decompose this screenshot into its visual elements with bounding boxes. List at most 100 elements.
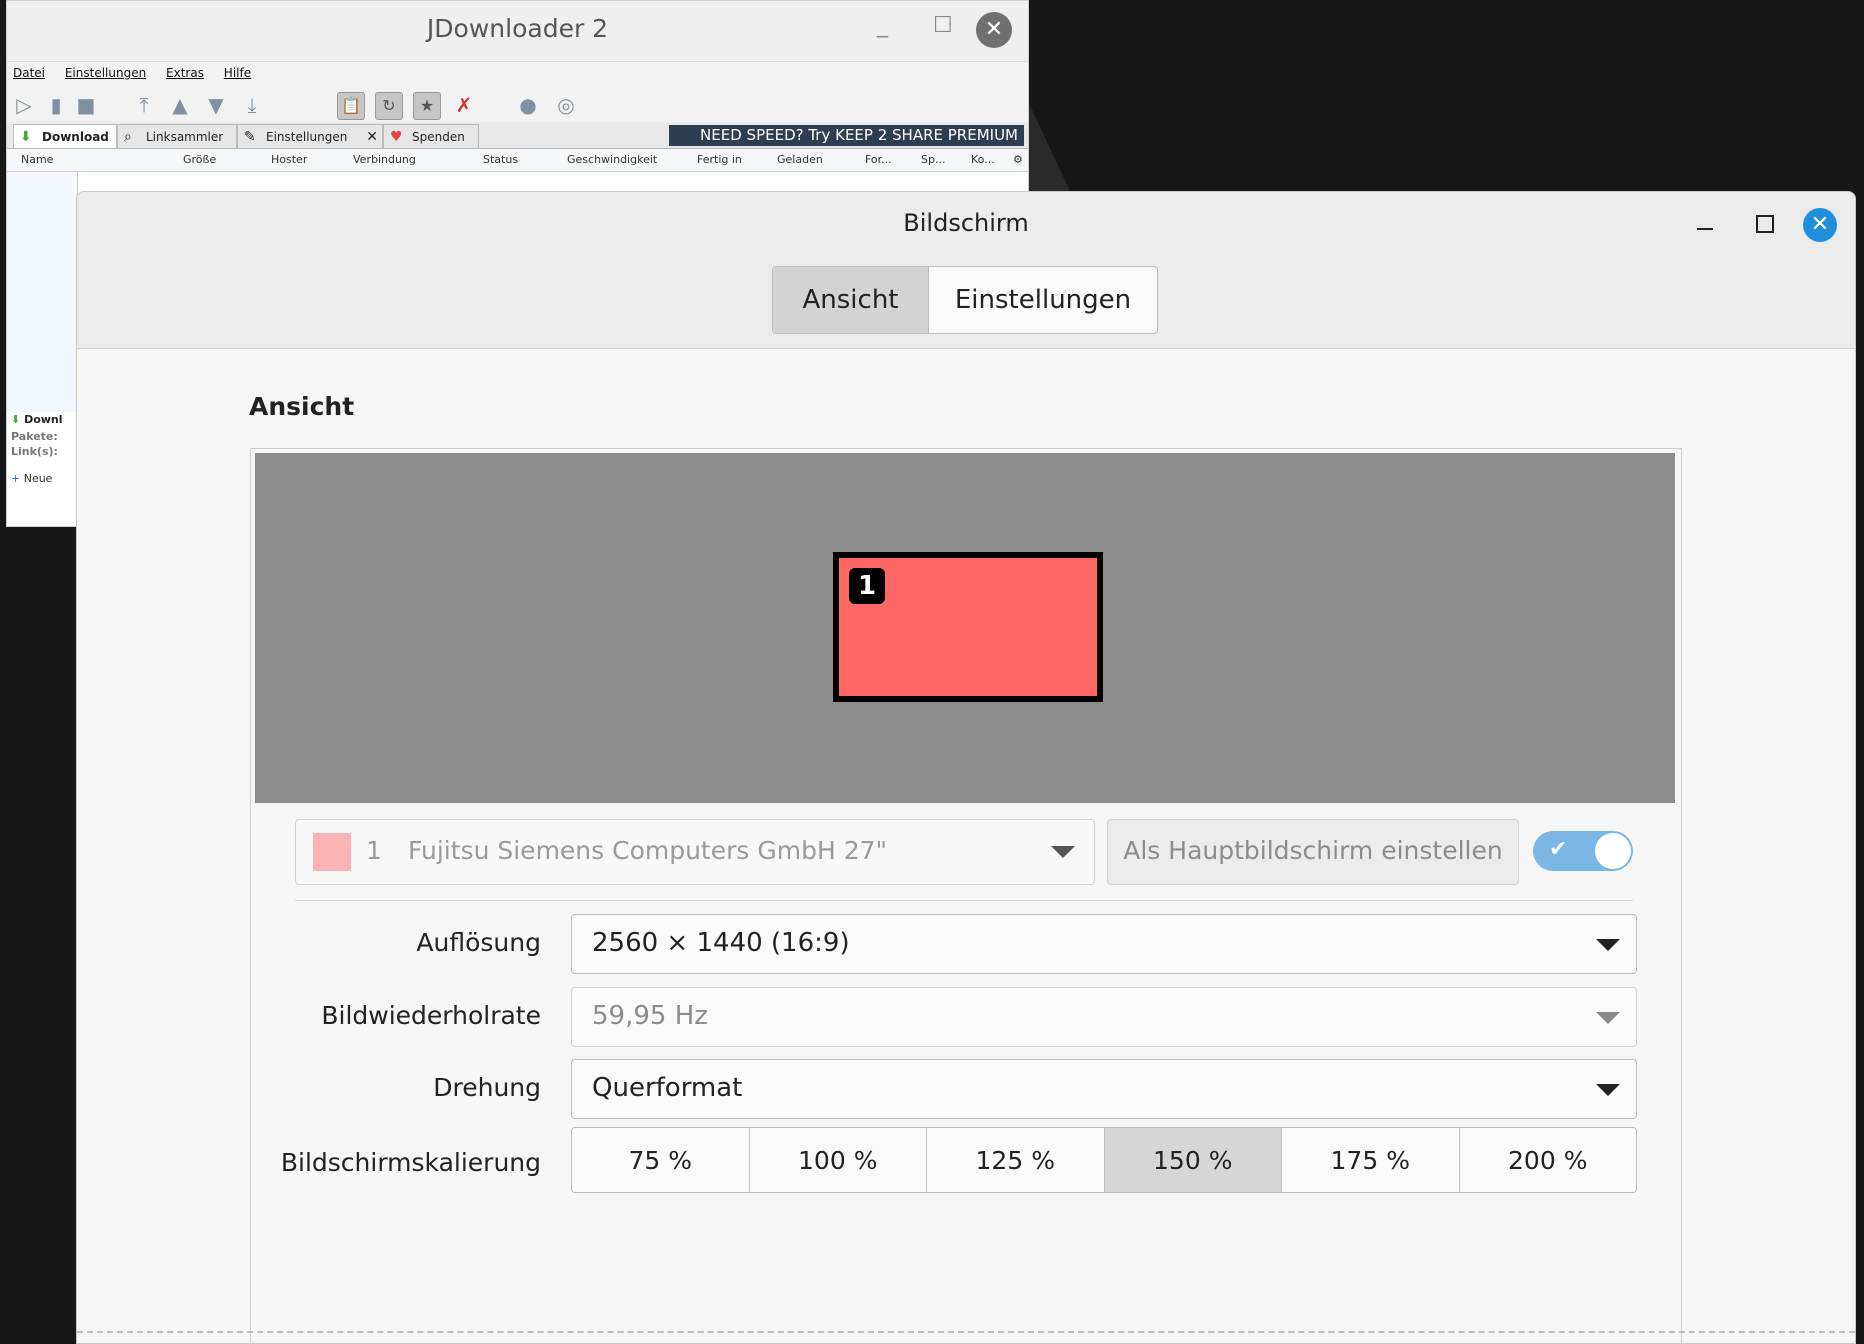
check-icon: ✔ [1549,837,1568,862]
jdownloader-toolbar: ▷ ▮ ■ ⤒ ▲ ▼ ⤓ 📋 ↻ ★ ✗ ● ◎ [7,86,1028,122]
scale-125-button[interactable]: 125 % [927,1128,1105,1192]
tab-einstellungen[interactable]: ✎ Einstellungen ✕ [237,124,383,148]
globe-icon[interactable]: ◎ [553,92,579,118]
col-hoster[interactable]: Hoster [271,153,307,166]
new-button-label: Neue [23,472,53,485]
pause-icon[interactable]: ▮ [43,92,69,118]
scaling-label: Bildschirmskalierung [280,1148,541,1177]
menu-hilfe[interactable]: Hilfe [224,66,251,80]
col-sp[interactable]: Sp... [921,153,945,166]
tab-einstellungen[interactable]: Einstellungen [929,267,1157,333]
tab-download[interactable]: ⬇ Download [13,124,117,148]
download-list [7,172,78,412]
display-settings-window: Bildschirm ✕ Ansicht Einstellungen Ansic… [76,191,1856,1344]
plus-icon: + [11,472,21,485]
tab-linksammler[interactable]: ⌕ Linksammler [117,124,237,148]
packages-label: Pakete: [11,430,58,443]
update-icon[interactable]: ● [515,92,541,118]
section-title: Ansicht [249,392,355,421]
rotation-combo[interactable]: Querformat [571,1059,1637,1119]
close-tab-icon[interactable]: ✕ [366,125,378,149]
col-ko[interactable]: Ko... [971,153,995,166]
summary-title: ⬇ Downl [11,413,63,426]
monitor-select[interactable]: 1 Fujitsu Siemens Computers GmbH 27" [295,819,1095,885]
col-name[interactable]: Name [21,153,53,166]
scale-75-button[interactable]: 75 % [572,1128,750,1192]
rotation-value: Querformat [592,1073,743,1103]
minimize-icon[interactable] [1697,228,1713,230]
new-button[interactable]: + Neue [11,472,63,485]
minimize-icon[interactable]: _ [877,13,888,38]
resolution-label: Auflösung [416,928,541,957]
menu-datei[interactable]: Datei [13,66,45,80]
tab-linksammler-label: Linksammler [146,130,224,144]
resolution-value: 2560 × 1440 (16:9) [592,928,850,958]
scale-175-button[interactable]: 175 % [1282,1128,1460,1192]
monitor-enabled-switch[interactable]: ✔ [1533,831,1633,871]
download-summary: ⬇ Downl Pakete: Link(s): + Neue [11,413,63,485]
tab-download-label: Download [42,130,109,144]
refresh-rate-combo[interactable]: 59,95 Hz [571,987,1637,1047]
chevron-down-icon [1596,939,1620,951]
maximize-icon[interactable]: ☐ [933,13,953,38]
display-window-header: Bildschirm ✕ Ansicht Einstellungen [77,192,1855,349]
divider [295,900,1633,901]
download-icon: ⬇ [20,129,32,145]
close-icon[interactable]: ✕ [976,12,1012,48]
jdownloader-menubar: Datei Einstellungen Extras Hilfe [7,62,1028,86]
col-groesse[interactable]: Größe [183,153,216,166]
jdownloader-tabs: ⬇ Download ⌕ Linksammler ✎ Einstellungen… [7,122,1028,149]
download-small-icon: ⬇ [11,413,21,426]
display-frame: 1 1 Fujitsu Siemens Computers GmbH 27" A… [250,448,1682,1343]
col-fertig-in[interactable]: Fertig in [697,153,742,166]
col-verbindung[interactable]: Verbindung [353,153,416,166]
col-geladen[interactable]: Geladen [777,153,823,166]
scale-150-button[interactable]: 150 % [1104,1128,1282,1192]
tab-einstellungen-label: Einstellungen [266,130,348,144]
maximize-icon[interactable] [1756,215,1774,233]
refresh-rate-label: Bildwiederholrate [321,1001,541,1030]
scaling-selector: 75 % 100 % 125 % 150 % 175 % 200 % [571,1127,1637,1193]
monitor-thumbnail[interactable]: 1 [833,552,1103,702]
play-icon[interactable]: ▷ [11,92,37,118]
remove-icon[interactable]: ✗ [451,92,477,118]
close-icon[interactable]: ✕ [1803,208,1837,242]
stop-icon[interactable]: ■ [73,92,99,118]
move-down-icon[interactable]: ▼ [203,92,229,118]
linkgrabber-icon: ⌕ [124,129,132,145]
column-settings-icon[interactable]: ⚙ [1013,153,1023,166]
summary-title-label: Downl [24,413,63,426]
move-bottom-icon[interactable]: ⤓ [239,92,265,118]
move-top-icon[interactable]: ⤒ [131,92,157,118]
monitor-preview-area: 1 [255,453,1675,803]
monitor-number-badge: 1 [849,568,885,604]
tab-ansicht[interactable]: Ansicht [773,267,929,333]
window-title: Bildschirm [903,209,1029,237]
col-geschwindigkeit[interactable]: Geschwindigkeit [567,153,657,166]
monitor-select-number: 1 [366,836,382,865]
menu-extras[interactable]: Extras [166,66,204,80]
premium-banner[interactable]: NEED SPEED? Try KEEP 2 SHARE PREMIUM [669,125,1024,146]
col-status[interactable]: Status [483,153,518,166]
links-label: Link(s): [11,445,58,458]
monitor-color-swatch [313,833,351,871]
set-primary-button[interactable]: Als Hauptbildschirm einstellen [1107,819,1519,885]
menu-einstellungen[interactable]: Einstellungen [65,66,146,80]
rotation-label: Drehung [433,1073,541,1102]
scale-100-button[interactable]: 100 % [749,1128,927,1192]
tab-spenden[interactable]: ♥ Spenden [383,124,479,148]
view-switcher: Ansicht Einstellungen [772,266,1158,334]
jdownloader-title: JDownloader 2 [426,14,609,43]
reconnect-icon[interactable]: ↻ [375,92,403,120]
resolution-combo[interactable]: 2560 × 1440 (16:9) [571,914,1637,974]
move-up-icon[interactable]: ▲ [167,92,193,118]
premium-icon[interactable]: ★ [413,92,441,120]
col-for[interactable]: For... [865,153,892,166]
settings-icon: ✎ [244,129,256,145]
clipboard-icon[interactable]: 📋 [337,92,365,120]
chevron-down-icon [1596,1084,1620,1096]
scale-200-button[interactable]: 200 % [1459,1128,1636,1192]
tab-spenden-label: Spenden [412,130,465,144]
download-table-header: Name Größe Hoster Verbindung Status Gesc… [7,149,1028,172]
monitor-select-name: Fujitsu Siemens Computers GmbH 27" [408,836,888,865]
